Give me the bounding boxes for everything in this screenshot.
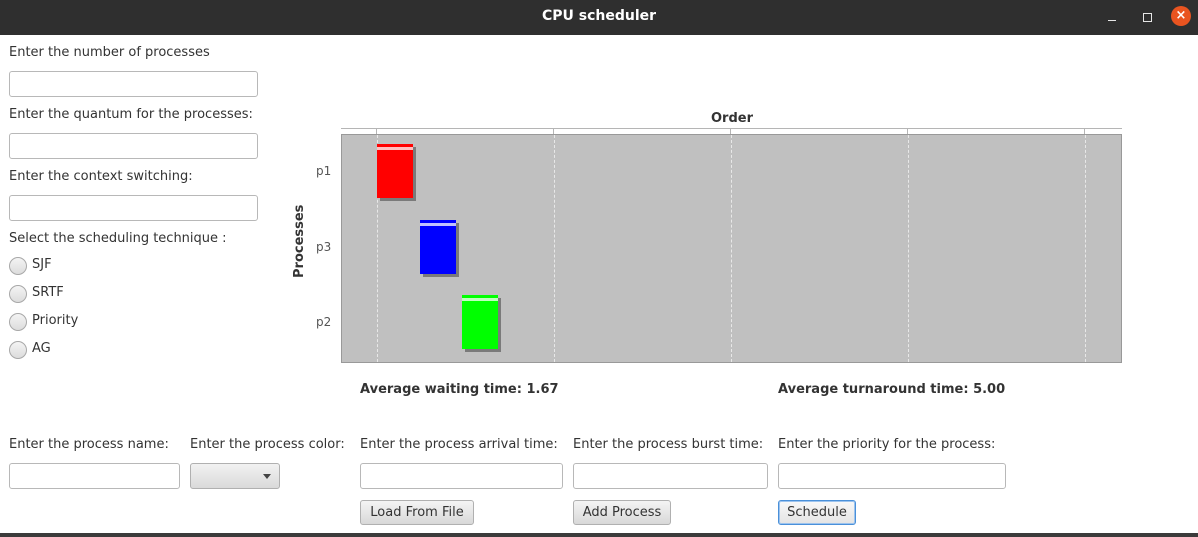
x-gridline	[908, 135, 909, 362]
process-name-label: Enter the process name:	[9, 437, 169, 452]
maximize-icon[interactable]	[1137, 8, 1157, 28]
context-switch-label: Enter the context switching:	[9, 169, 193, 184]
process-color-dropdown[interactable]	[190, 463, 280, 489]
radio-label: SJF	[32, 257, 52, 272]
y-tick-label: p1	[316, 163, 332, 178]
title-bar: CPU scheduler ×	[0, 0, 1198, 35]
radio-circle[interactable]	[9, 285, 27, 303]
radio-label: SRTF	[32, 285, 64, 300]
radio-circle[interactable]	[9, 313, 27, 331]
x-gridline	[554, 135, 555, 362]
y-axis-title: Processes	[292, 204, 307, 278]
window-bottom-edge	[0, 533, 1198, 537]
schedule-button[interactable]: Schedule	[778, 500, 856, 525]
context-switch-input[interactable]	[9, 195, 258, 221]
chart-top-axis	[341, 128, 1122, 129]
radio-label: AG	[32, 341, 51, 356]
quantum-label: Enter the quantum for the processes:	[9, 107, 253, 122]
load-from-file-button[interactable]: Load From File	[360, 500, 474, 525]
gantt-bar-p2	[462, 295, 501, 353]
chevron-down-icon	[263, 474, 271, 479]
burst-time-label: Enter the process burst time:	[573, 437, 764, 452]
window-title: CPU scheduler	[541, 8, 657, 24]
radio-circle[interactable]	[9, 341, 27, 359]
x-gridline	[731, 135, 732, 362]
average-turnaround-time: Average turnaround time: 5.00	[778, 382, 1006, 397]
average-waiting-time: Average waiting time: 1.67	[360, 382, 559, 397]
process-color-label: Enter the process color:	[190, 437, 345, 452]
priority-input[interactable]	[778, 463, 1006, 489]
y-tick-label: p3	[316, 239, 332, 254]
technique-label: Select the scheduling technique :	[9, 231, 227, 246]
arrival-time-input[interactable]	[360, 463, 563, 489]
radio-circle[interactable]	[9, 257, 27, 275]
arrival-time-label: Enter the process arrival time:	[360, 437, 558, 452]
y-tick-label: p2	[316, 315, 332, 330]
priority-label: Enter the priority for the process:	[778, 437, 996, 452]
process-name-input[interactable]	[9, 463, 180, 489]
close-icon[interactable]: ×	[1171, 6, 1191, 26]
radio-label: Priority	[32, 313, 79, 328]
add-process-button[interactable]: Add Process	[573, 500, 671, 525]
num-processes-input[interactable]	[9, 71, 258, 97]
gantt-plot-area	[341, 134, 1122, 363]
burst-time-input[interactable]	[573, 463, 768, 489]
num-processes-label: Enter the number of processes	[9, 45, 210, 60]
x-gridline	[1085, 135, 1086, 362]
gantt-bar-p1	[377, 143, 416, 201]
quantum-input[interactable]	[9, 133, 258, 159]
gantt-bar-p3	[419, 219, 459, 277]
chart-title: Order	[711, 111, 753, 126]
minimize-icon[interactable]	[1102, 8, 1122, 28]
